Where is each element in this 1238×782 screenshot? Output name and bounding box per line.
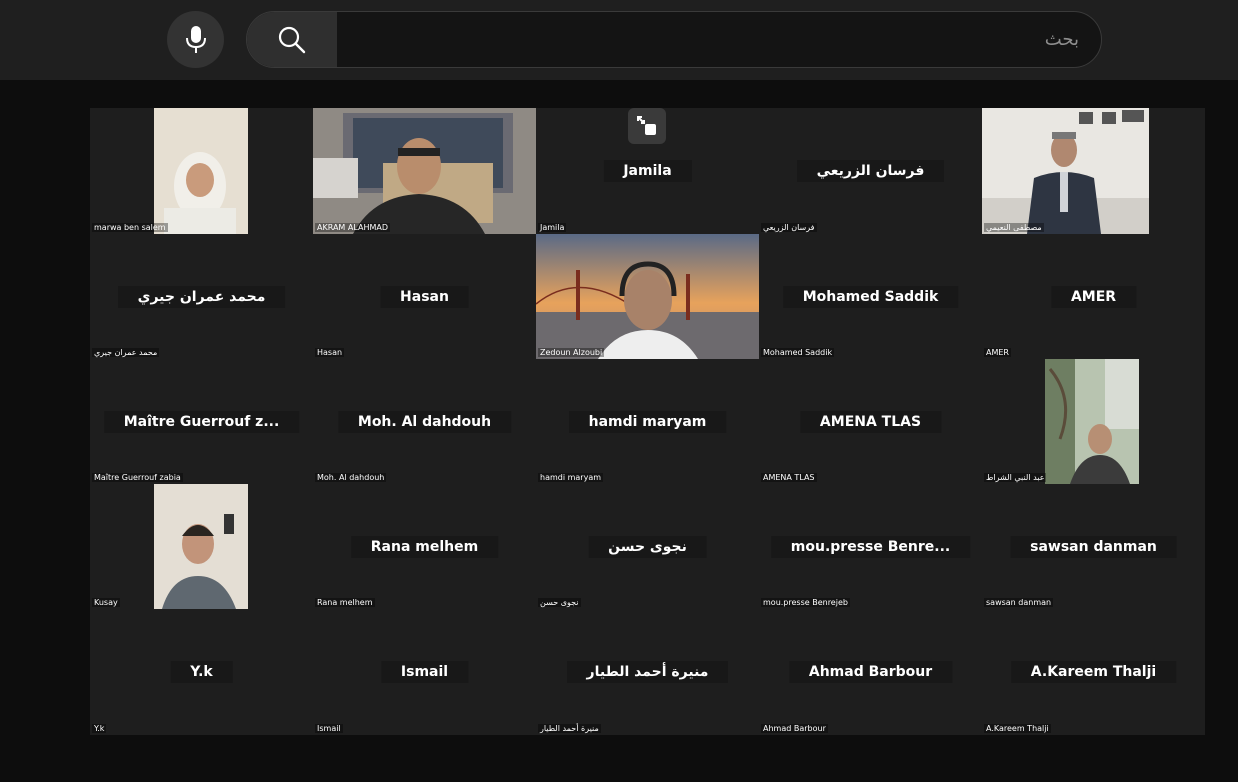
participant-name-tag: Maître Guerrouf zabia — [92, 473, 183, 482]
participant-display-name: sawsan danman — [1010, 535, 1177, 558]
swap-view-icon — [637, 116, 656, 135]
participant-name-tag: Mohamed Saddik — [761, 348, 835, 357]
participant-tile[interactable]: AMENA TLAS AMENA TLAS — [759, 359, 982, 484]
participant-display-name: Rana melhem — [350, 535, 499, 558]
pin-video-button[interactable] — [628, 108, 666, 144]
participant-video — [313, 108, 536, 234]
participant-tile[interactable]: محمد عمران جيري محمد عمران جيري — [90, 234, 313, 359]
participant-tile[interactable]: Rana melhem Rana melhem — [313, 484, 536, 609]
search-icon — [278, 26, 306, 53]
participant-name-tag: sawsan danman — [984, 598, 1054, 607]
participant-tile[interactable]: AKRAM ALAHMAD — [313, 108, 536, 234]
participant-name-tag: marwa ben salem — [92, 223, 168, 232]
participant-tile[interactable]: مصطفى النعيمي — [982, 108, 1205, 234]
participant-tile[interactable]: Ahmad Barbour Ahmad Barbour — [759, 609, 982, 735]
participant-video — [154, 108, 248, 234]
participant-tile[interactable]: A.Kareem Thalji A.Kareem Thalji — [982, 609, 1205, 735]
participant-tile[interactable]: Mohamed Saddik Mohamed Saddik — [759, 234, 982, 359]
top-toolbar — [0, 0, 1238, 80]
participant-name-tag: مصطفى النعيمي — [984, 223, 1044, 232]
participant-display-name: AMER — [1050, 285, 1137, 308]
search-button[interactable] — [247, 12, 337, 67]
participant-display-name: نجوى حسن — [588, 535, 707, 558]
microphone-icon — [185, 25, 206, 53]
participant-name-tag: عبد النبي الشراط — [984, 473, 1047, 482]
participant-name-tag: محمد عمران جيري — [92, 348, 160, 357]
participant-name-tag: فرسان الزريعي — [761, 223, 817, 232]
participant-name-tag: Moh. Al dahdouh — [315, 473, 387, 482]
participant-tile[interactable]: Y.k Y.k — [90, 609, 313, 735]
participant-display-name: A.Kareem Thalji — [1010, 661, 1177, 683]
participant-name-tag: Y.k — [92, 724, 107, 733]
participant-display-name: Mohamed Saddik — [782, 285, 959, 308]
participant-name-tag: Hasan — [315, 348, 345, 357]
participant-display-name: منيرة أحمد الطيار — [566, 661, 729, 683]
participant-tile[interactable]: منيرة أحمد الطيار منيرة أحمد الطيار — [536, 609, 759, 735]
participant-tile[interactable]: Maître Guerrouf z... Maître Guerrouf zab… — [90, 359, 313, 484]
participant-tile[interactable]: Kusay — [90, 484, 313, 609]
participant-name-tag: hamdi maryam — [538, 473, 604, 482]
participant-name-tag: A.Kareem Thalji — [984, 724, 1051, 733]
participant-name-tag: Jamila — [538, 223, 567, 232]
participant-display-name: Y.k — [170, 661, 233, 683]
participant-tile[interactable]: sawsan danman sawsan danman — [982, 484, 1205, 609]
participant-tile[interactable]: marwa ben salem — [90, 108, 313, 234]
participant-name-tag: Ismail — [315, 724, 343, 733]
participant-tile[interactable]: فرسان الزريعي فرسان الزريعي — [759, 108, 982, 234]
search-bar — [246, 11, 1102, 68]
participant-tile[interactable]: نجوى حسن نجوى حسن — [536, 484, 759, 609]
participant-display-name: mou.presse Benre... — [770, 535, 971, 558]
participant-name-tag: AMER — [984, 348, 1011, 357]
participant-tile[interactable]: Moh. Al dahdouh Moh. Al dahdouh — [313, 359, 536, 484]
participant-video — [1045, 359, 1139, 484]
participant-tile[interactable]: Jamila Jamila — [536, 108, 759, 234]
participant-name-tag: منيرة أحمد الطيار — [538, 724, 601, 733]
participant-video — [982, 108, 1149, 234]
participant-display-name: Moh. Al dahdouh — [337, 410, 512, 433]
participant-tile[interactable]: AMER AMER — [982, 234, 1205, 359]
participant-tile[interactable]: Hasan Hasan — [313, 234, 536, 359]
participant-video — [536, 234, 759, 359]
participant-display-name: hamdi maryam — [568, 410, 727, 433]
participant-tile[interactable]: hamdi maryam hamdi maryam — [536, 359, 759, 484]
participant-name-tag: Rana melhem — [315, 598, 375, 607]
participant-tile[interactable]: Ismail Ismail — [313, 609, 536, 735]
participant-name-tag: mou.presse Benrejeb — [761, 598, 850, 607]
participant-display-name: فرسان الزريعي — [796, 160, 945, 182]
participant-display-name: Jamila — [603, 160, 692, 182]
participant-display-name: Hasan — [380, 285, 469, 308]
participant-name-tag: Kusay — [92, 598, 120, 607]
search-input[interactable] — [339, 12, 1089, 67]
microphone-button[interactable] — [167, 11, 224, 68]
participant-tile[interactable]: عبد النبي الشراط — [982, 359, 1205, 484]
participant-name-tag: AMENA TLAS — [761, 473, 817, 482]
participant-display-name: Ahmad Barbour — [788, 661, 953, 683]
participant-display-name: Ismail — [380, 661, 469, 683]
participant-name-tag: نجوى حسن — [538, 598, 581, 607]
participant-tile[interactable]: mou.presse Benre... mou.presse Benrejeb — [759, 484, 982, 609]
participant-display-name: AMENA TLAS — [799, 410, 942, 433]
participants-grid: marwa ben salem AKRAM ALAHMAD Jamila Jam… — [90, 108, 1205, 735]
participant-tile[interactable]: Zedoun Alzoubi — [536, 234, 759, 359]
participant-video — [154, 484, 248, 609]
participant-name-tag: Zedoun Alzoubi — [538, 348, 605, 357]
participant-display-name: Maître Guerrouf z... — [103, 410, 300, 433]
participant-name-tag: AKRAM ALAHMAD — [315, 223, 391, 232]
participant-name-tag: Ahmad Barbour — [761, 724, 828, 733]
participant-display-name: محمد عمران جيري — [117, 285, 286, 308]
